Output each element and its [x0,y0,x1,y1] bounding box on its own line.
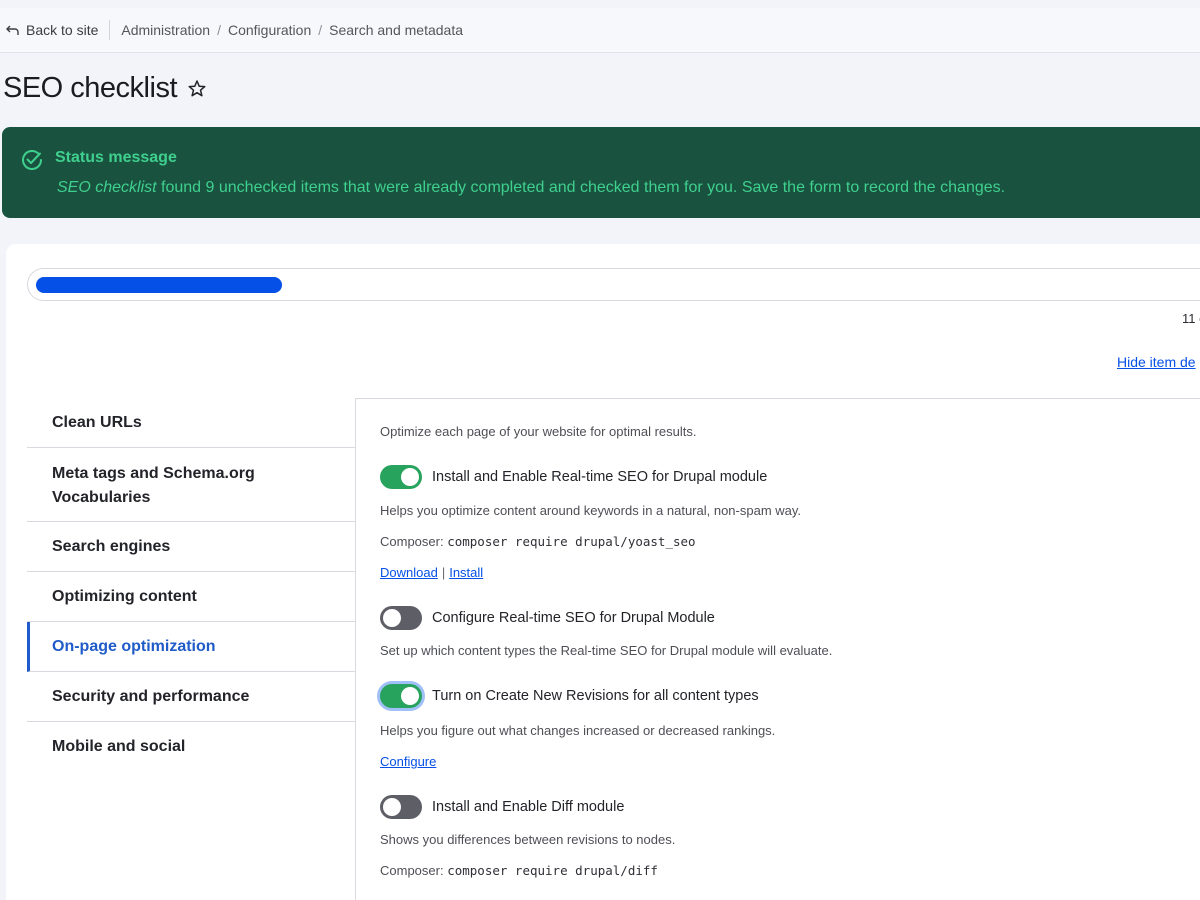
install-link[interactable]: Install [449,565,483,580]
tab-meta-tags[interactable]: Meta tags and Schema.org Vocabularies [27,448,355,522]
breadcrumb-configuration[interactable]: Configuration [228,22,311,38]
item-description: Helps you figure out what changes increa… [380,723,776,738]
composer-code: composer require drupal/diff [447,863,658,878]
breadcrumb-administration[interactable]: Administration [121,22,210,38]
tab-label: Mobile and social [52,738,186,755]
tab-label: On-page optimization [52,637,216,655]
checklist-item: Configure Real-time SEO for Drupal Modul… [380,606,715,630]
star-icon[interactable] [187,79,207,99]
status-text: SEO checklist found 9 unchecked items th… [57,179,1005,197]
tab-search-engines[interactable]: Search engines [27,522,355,572]
page-title: SEO checklist [3,72,178,104]
configure-link[interactable]: Configure [380,754,436,769]
composer-label: Composer: [380,863,448,878]
tab-mobile-social[interactable]: Mobile and social [27,722,355,772]
item-links: Download | Install [380,565,483,580]
check-circle-icon [22,150,42,170]
tab-label: Meta tags and Schema.org Vocabularies [52,464,255,506]
link-separator: | [441,565,446,580]
hide-item-descriptions-link[interactable]: Hide item de [1117,354,1196,370]
panel-intro: Optimize each page of your website for o… [380,424,697,439]
toggle-switch[interactable] [380,684,422,708]
vertical-tabs: Clean URLs Meta tags and Schema.org Voca… [27,398,356,772]
checklist-item: Install and Enable Diff module [380,795,624,819]
back-arrow-icon [6,25,19,35]
item-label: Install and Enable Diff module [432,799,625,815]
tab-optimizing-content[interactable]: Optimizing content [27,572,355,622]
tab-label: Security and performance [52,687,250,705]
item-label: Configure Real-time SEO for Drupal Modul… [432,610,715,626]
back-to-site-link[interactable]: Back to site [6,22,98,38]
item-description: Helps you optimize content around keywor… [380,503,802,518]
tab-label: Optimizing content [52,587,197,605]
toolbar-breadcrumb: Back to site Administration / Configurat… [0,8,1200,53]
page-title-row: SEO checklist [3,72,207,105]
composer-command: Composer: composer require drupal/diff [380,863,658,878]
toggle-switch[interactable] [380,795,422,819]
breadcrumb-search-metadata[interactable]: Search and metadata [329,22,463,38]
composer-command: Composer: composer require drupal/yoast_… [380,534,696,549]
item-links: Configure [380,754,436,769]
tab-on-page-optimization[interactable]: On-page optimization [27,622,356,672]
composer-label: Composer: [380,534,448,549]
item-description: Shows you differences between revisions … [380,832,676,847]
tab-security-performance[interactable]: Security and performance [27,672,355,722]
toggle-knob [401,687,419,705]
item-label: Turn on Create New Revisions for all con… [432,688,759,704]
tab-label: Search engines [52,537,171,555]
tab-clean-urls[interactable]: Clean URLs [27,398,355,448]
status-heading: Status message [55,149,177,166]
download-link[interactable]: Download [380,565,438,580]
status-module-name: SEO checklist [57,179,157,196]
breadcrumb-separator: / [217,22,221,38]
tab-label: Clean URLs [52,413,142,431]
checklist-item: Turn on Create New Revisions for all con… [380,684,759,708]
progress-bar-fill [36,277,282,293]
toggle-knob [401,468,419,486]
divider [109,20,111,40]
status-message [2,127,1200,218]
toggle-knob [383,609,401,627]
toggle-switch[interactable] [380,465,422,489]
progress-count: 11 o [1182,311,1200,326]
back-to-site-label: Back to site [26,22,99,38]
item-label: Install and Enable Real-time SEO for Dru… [432,469,768,485]
composer-code: composer require drupal/yoast_seo [447,534,696,549]
status-text-body: found 9 unchecked items that were alread… [156,179,1006,196]
toggle-knob [383,798,401,816]
toggle-switch[interactable] [380,606,422,630]
item-description: Set up which content types the Real-time… [380,643,833,658]
checklist-item: Install and Enable Real-time SEO for Dru… [380,465,767,489]
breadcrumb-separator: / [318,22,323,38]
